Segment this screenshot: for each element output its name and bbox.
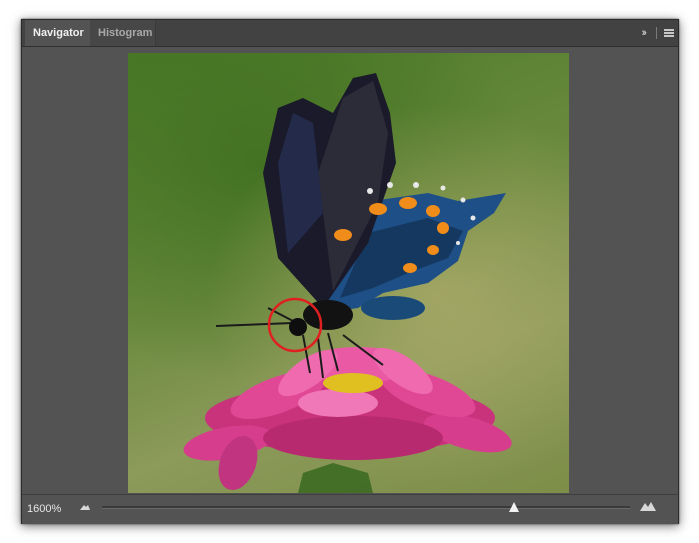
hamburger-menu-icon[interactable] <box>664 29 674 38</box>
tab-histogram[interactable]: Histogram <box>90 20 156 46</box>
large-mountain-icon[interactable] <box>640 501 656 511</box>
zoom-slider-track[interactable] <box>102 506 630 509</box>
tab-navigator[interactable]: Navigator <box>25 20 90 46</box>
navigator-preview-image[interactable] <box>128 53 569 493</box>
zoom-slider-thumb[interactable] <box>508 501 520 513</box>
butterfly-on-flower-image <box>183 73 512 493</box>
zoom-level-field[interactable]: 1600% <box>27 501 69 518</box>
butterfly-abdomen <box>361 296 425 320</box>
panel-tab-bar: Navigator Histogram ›› <box>22 20 678 47</box>
navigator-panel: Navigator Histogram ›› 1600% <box>21 19 679 524</box>
panel-controls: ›› <box>642 20 674 46</box>
butterfly-head <box>289 318 307 336</box>
double-chevron-right-icon[interactable]: ›› <box>642 20 648 46</box>
divider <box>655 27 657 40</box>
zoom-bar: 1600% <box>22 494 678 524</box>
flower-center <box>323 373 383 393</box>
small-mountain-icon[interactable] <box>80 504 90 510</box>
